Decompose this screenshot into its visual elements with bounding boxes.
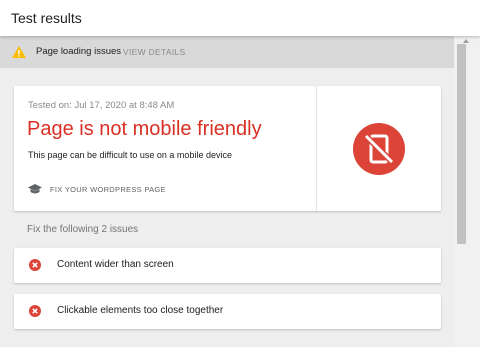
view-details-link[interactable]: VIEW DETAILS — [123, 47, 185, 57]
warning-triangle-icon — [12, 46, 26, 58]
warning-text: Page loading issues — [36, 46, 122, 57]
header-bar: Test results — [0, 0, 480, 36]
issue-label: Clickable elements too close together — [57, 305, 224, 316]
verdict-description: This page can be difficult to use on a m… — [28, 150, 232, 160]
scrollbar-thumb[interactable] — [457, 44, 466, 244]
issue-item[interactable]: Content wider than screen — [14, 248, 441, 283]
error-circle-icon — [29, 259, 41, 271]
tested-on-timestamp: Tested on: Jul 17, 2020 at 8:48 AM — [28, 100, 175, 111]
issue-item[interactable]: Clickable elements too close together — [14, 294, 441, 329]
fix-wordpress-link[interactable]: FIX YOUR WORDPRESS PAGE — [28, 182, 166, 196]
fix-wordpress-link-label: FIX YOUR WORDPRESS PAGE — [50, 184, 166, 194]
issues-heading: Fix the following 2 issues — [27, 224, 139, 235]
error-circle-icon — [29, 305, 41, 317]
result-status — [317, 86, 441, 211]
warning-bar: Page loading issues VIEW DETAILS — [0, 36, 454, 68]
content-area: Page loading issues VIEW DETAILS Tested … — [0, 36, 454, 347]
mobile-off-icon — [353, 123, 405, 175]
result-summary: Tested on: Jul 17, 2020 at 8:48 AM Page … — [14, 86, 316, 211]
result-card: Tested on: Jul 17, 2020 at 8:48 AM Page … — [14, 86, 441, 211]
issue-label: Content wider than screen — [57, 259, 174, 270]
scroll-up-arrow-icon[interactable] — [463, 39, 469, 43]
vertical-scrollbar[interactable] — [454, 36, 480, 347]
verdict-heading: Page is not mobile friendly — [27, 118, 262, 140]
graduation-cap-icon — [28, 183, 42, 193]
page-title: Test results — [11, 10, 82, 26]
